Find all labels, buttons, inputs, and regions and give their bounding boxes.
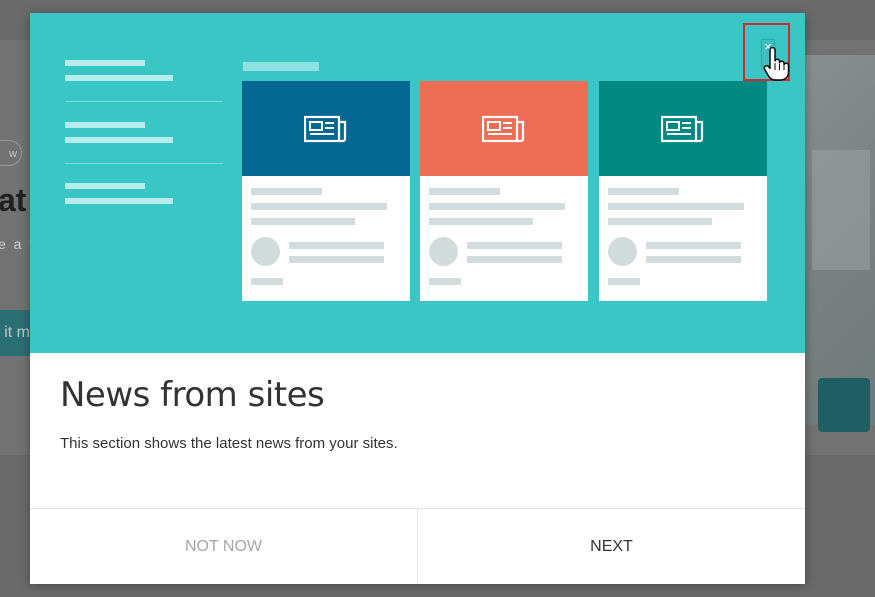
card-line: [646, 256, 741, 263]
card-line: [608, 203, 744, 210]
card-line: [467, 242, 562, 249]
background-card: [812, 150, 870, 270]
dialog-title: News from sites: [60, 375, 325, 415]
card-avatar: [608, 237, 637, 266]
card-avatar: [429, 237, 458, 266]
card-avatar: [251, 237, 280, 266]
newspaper-icon: [482, 115, 525, 142]
illustration-divider: [65, 163, 223, 164]
card-line: [289, 242, 384, 249]
background-heading: at: [0, 182, 27, 218]
illustration-nav-line: [65, 183, 145, 189]
news-dialog: × News from sites This section shows the…: [30, 13, 805, 584]
illustration-nav-line: [65, 75, 173, 81]
card-line: [429, 188, 500, 195]
card-line: [467, 256, 562, 263]
card-line: [608, 188, 679, 195]
card-line: [251, 278, 283, 285]
illustration-nav-line: [65, 122, 145, 128]
background-button: it m: [0, 310, 34, 356]
illustration-nav-line: [65, 198, 173, 204]
card-header: [242, 81, 410, 176]
card-line: [429, 203, 565, 210]
illustration-nav-line: [65, 60, 145, 66]
next-button[interactable]: NEXT: [418, 509, 805, 584]
illustration-card: [242, 81, 410, 301]
card-line: [289, 256, 384, 263]
illustration-nav-line: [65, 137, 173, 143]
background-like-icon: [818, 378, 870, 432]
illustration-card: [420, 81, 588, 301]
hero-illustration: ×: [30, 13, 805, 353]
card-line: [608, 278, 640, 285]
newspaper-icon: [304, 115, 347, 142]
card-line: [251, 218, 355, 225]
not-now-button[interactable]: NOT NOW: [30, 509, 418, 584]
dialog-footer: NOT NOW NEXT: [30, 508, 805, 584]
dialog-description: This section shows the latest news from …: [60, 435, 398, 452]
card-line: [251, 188, 322, 195]
card-line: [646, 242, 741, 249]
illustration-divider: [65, 101, 223, 102]
card-line: [429, 218, 533, 225]
card-header: [420, 81, 588, 176]
illustration-title-bar: [243, 62, 319, 71]
newspaper-icon: [661, 115, 704, 142]
illustration-card: [599, 81, 767, 301]
hand-cursor-icon: [763, 47, 790, 81]
card-line: [429, 278, 461, 285]
card-header: [599, 81, 767, 176]
card-line: [608, 218, 712, 225]
card-line: [251, 203, 387, 210]
